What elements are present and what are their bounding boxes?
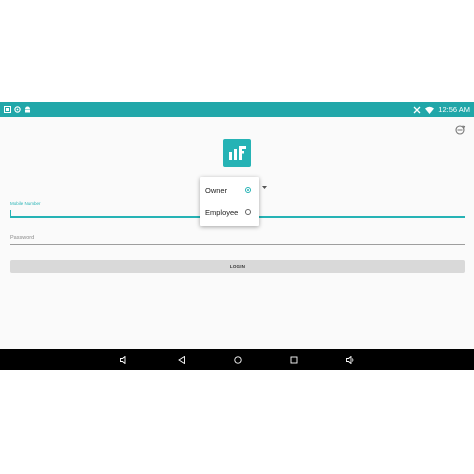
home-button[interactable] [232, 354, 243, 365]
mobile-number-label: Mobile Number [10, 201, 41, 206]
signal-icon [413, 106, 421, 113]
password-underline [10, 244, 465, 245]
password-field[interactable] [10, 233, 465, 243]
navigation-bar [0, 349, 474, 370]
role-option-employee[interactable]: Employee [200, 202, 259, 224]
back-button[interactable] [176, 354, 187, 365]
dropdown-arrow-icon[interactable] [262, 186, 267, 190]
home-icon [233, 355, 242, 364]
radio-unchecked-icon[interactable] [245, 209, 251, 215]
role-option-owner[interactable]: Owner [200, 180, 259, 202]
role-option-label: Owner [205, 186, 228, 195]
status-left-icons [4, 105, 31, 114]
recents-icon [290, 356, 297, 363]
radio-checked-icon[interactable] [245, 187, 251, 193]
notification-icon [4, 106, 11, 113]
settings-icon [14, 106, 21, 113]
app-logo-icon [223, 139, 251, 167]
login-screen: Mobile Number LOGIN Owner Employee [0, 117, 474, 349]
back-icon [177, 355, 185, 364]
volume-down-button[interactable] [118, 354, 129, 365]
status-bar: 12:56 AM [0, 102, 474, 117]
volume-down-icon [119, 355, 125, 364]
sync-icon[interactable] [454, 124, 466, 136]
volume-up-button[interactable] [345, 354, 356, 365]
role-option-label: Employee [205, 208, 239, 217]
status-right-icons: 12:56 AM [413, 104, 470, 115]
login-button[interactable]: LOGIN [10, 260, 465, 273]
wifi-icon [425, 106, 435, 114]
status-time: 12:56 AM [438, 105, 470, 114]
device-screen: 12:56 AM Mobile Number LOGIN Owner Emplo… [0, 102, 474, 370]
recents-button[interactable] [288, 354, 299, 365]
role-dropdown-menu: Owner Employee [200, 177, 259, 226]
volume-up-icon [346, 355, 354, 364]
android-icon [25, 106, 30, 113]
